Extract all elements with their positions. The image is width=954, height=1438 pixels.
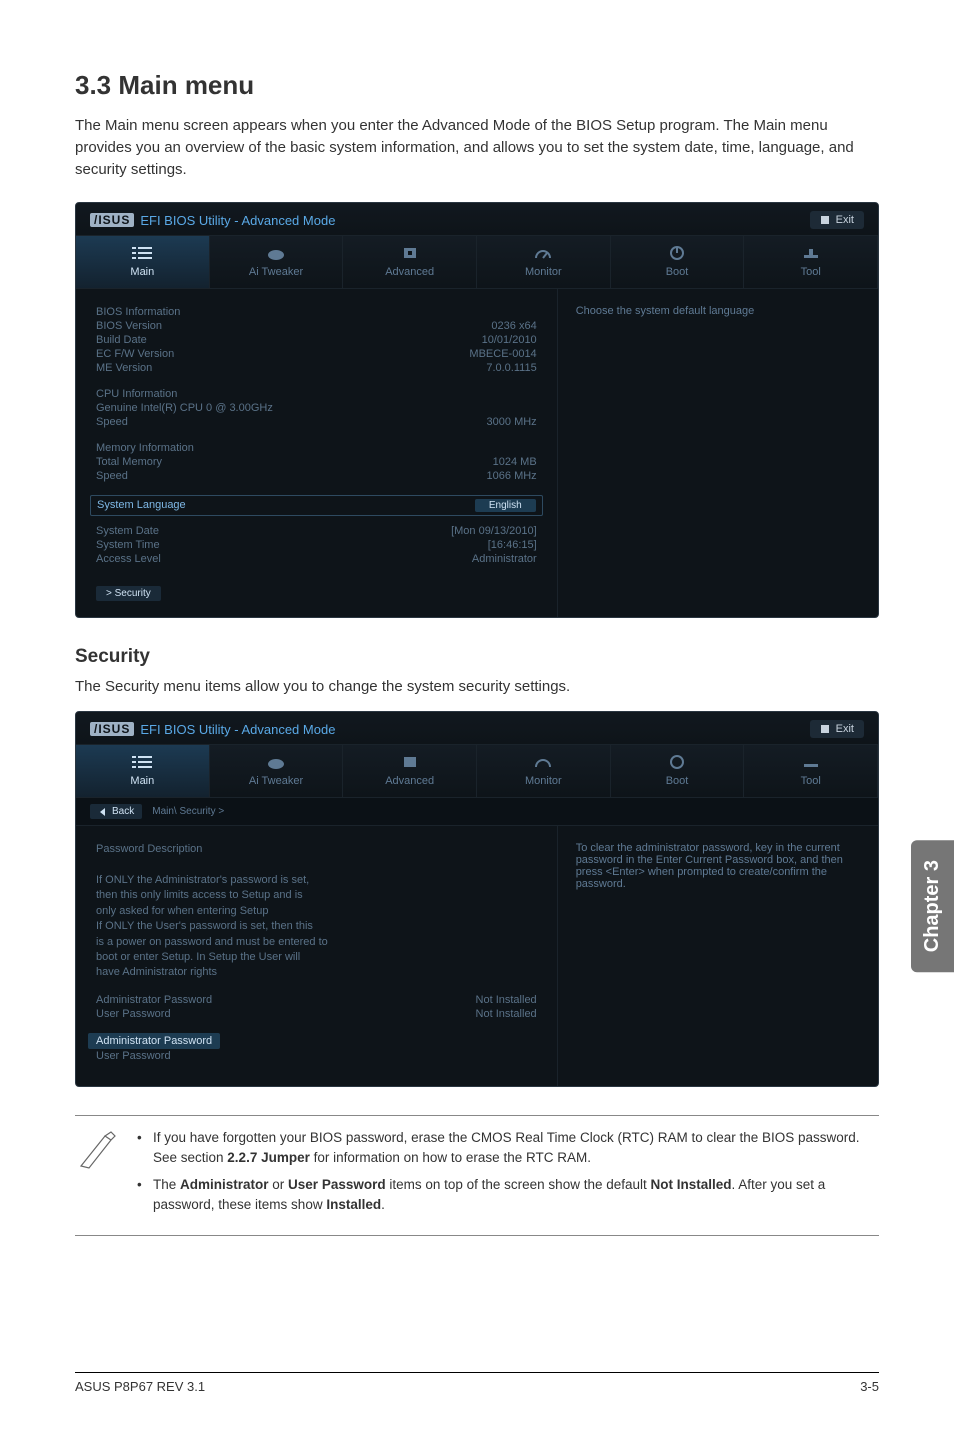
tab-monitor[interactable]: Monitor xyxy=(477,236,611,288)
footer-right: 3-5 xyxy=(860,1379,879,1394)
tab-tool[interactable]: Tool xyxy=(744,745,878,797)
chip-icon xyxy=(400,754,420,770)
cpu-info-h: CPU Information xyxy=(96,388,177,400)
bios-info-h: BIOS Information xyxy=(96,306,180,318)
note-1: If you have forgotten your BIOS password… xyxy=(137,1128,879,1167)
exit-icon xyxy=(820,215,830,225)
note-box: If you have forgotten your BIOS password… xyxy=(75,1115,879,1235)
pwd-desc-title: Password Description xyxy=(96,842,537,857)
mem-info-h: Memory Information xyxy=(96,442,194,454)
security-submenu[interactable]: > Security xyxy=(96,586,161,601)
security-intro: The Security menu items allow you to cha… xyxy=(75,678,879,695)
note-2: The Administrator or User Password items… xyxy=(137,1175,879,1214)
exit-button[interactable]: Exit xyxy=(810,211,864,229)
exit-icon xyxy=(820,724,830,734)
right-hint-main: Choose the system default language xyxy=(576,305,860,317)
tab-monitor[interactable]: Monitor xyxy=(477,745,611,797)
note-icon xyxy=(75,1128,119,1222)
exit-button[interactable]: Exit xyxy=(810,720,864,738)
chip-icon xyxy=(400,245,420,261)
right-hint-security: To clear the administrator password, key… xyxy=(576,842,860,890)
tab-ai-tweaker[interactable]: Ai Tweaker xyxy=(210,236,344,288)
power-icon xyxy=(667,245,687,261)
system-language-row[interactable]: System Language English xyxy=(90,495,543,516)
tab-boot[interactable]: Boot xyxy=(611,236,745,288)
breadcrumb-path: Main\ Security > xyxy=(152,806,224,817)
tab-main[interactable]: Main xyxy=(76,745,210,797)
tab-ai-tweaker[interactable]: Ai Tweaker xyxy=(210,745,344,797)
list-icon xyxy=(132,245,152,261)
bios-security-panel: /ISUS EFI BIOS Utility - Advanced Mode E… xyxy=(75,711,879,1087)
tab-boot[interactable]: Boot xyxy=(611,745,745,797)
tab-tool[interactable]: Tool xyxy=(744,236,878,288)
tool-icon xyxy=(801,245,821,261)
power-icon xyxy=(667,754,687,770)
gauge-icon xyxy=(533,754,553,770)
bios-logo: /ISUS xyxy=(90,722,134,736)
back-button[interactable]: Back xyxy=(90,804,142,819)
tab-main[interactable]: Main xyxy=(76,236,210,288)
bios-title: EFI BIOS Utility - Advanced Mode xyxy=(140,722,335,737)
footer-left: ASUS P8P67 REV 3.1 xyxy=(75,1379,205,1394)
list-icon xyxy=(132,754,152,770)
gauge-icon xyxy=(533,245,553,261)
cloud-icon xyxy=(266,754,286,770)
admin-password-item[interactable]: Administrator Password xyxy=(88,1033,220,1049)
tool-icon xyxy=(801,754,821,770)
page-heading: 3.3 Main menu xyxy=(75,70,879,101)
user-password-item[interactable]: User Password xyxy=(96,1050,171,1062)
chapter-tab: Chapter 3 xyxy=(911,840,954,972)
breadcrumb: Back Main\ Security > xyxy=(76,798,878,826)
tab-advanced[interactable]: Advanced xyxy=(343,745,477,797)
tab-advanced[interactable]: Advanced xyxy=(343,236,477,288)
security-heading: Security xyxy=(75,646,879,668)
exit-label: Exit xyxy=(836,214,854,226)
footer: ASUS P8P67 REV 3.1 3-5 xyxy=(75,1372,879,1394)
bios-logo: /ISUS xyxy=(90,213,134,227)
cloud-icon xyxy=(266,245,286,261)
bios-main-panel: /ISUS EFI BIOS Utility - Advanced Mode E… xyxy=(75,202,879,618)
intro-text: The Main menu screen appears when you en… xyxy=(75,115,879,180)
back-arrow-icon xyxy=(98,807,108,817)
bios-title: EFI BIOS Utility - Advanced Mode xyxy=(140,213,335,228)
